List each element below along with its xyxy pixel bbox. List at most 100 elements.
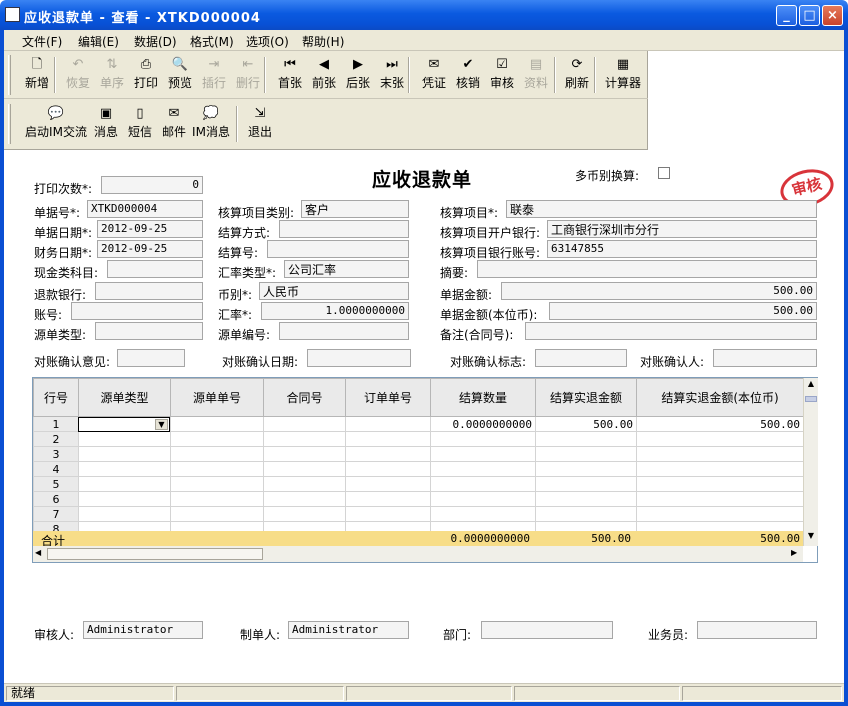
minimize-button[interactable]: _ xyxy=(776,5,797,26)
vertical-scroll-thumb[interactable] xyxy=(805,396,817,402)
toolbar2-button-0[interactable]: 💬 启动IM交流 xyxy=(18,105,94,140)
vertical-scrollbar[interactable]: ▲ ▼ xyxy=(803,378,818,546)
table-cell[interactable] xyxy=(78,446,171,462)
print-count-field[interactable]: 0 xyxy=(101,176,203,194)
currency-field[interactable]: 人民币 xyxy=(259,282,409,300)
menu-edit[interactable]: 编辑(E) xyxy=(78,33,119,50)
table-cell[interactable] xyxy=(430,491,536,507)
bill-date-field[interactable]: 2012-09-25 xyxy=(97,220,203,238)
table-row[interactable]: 4 xyxy=(33,461,804,477)
toolbar-button-6[interactable]: ⇤ 删行 xyxy=(228,56,268,91)
rate-type-field[interactable]: 公司汇率 xyxy=(284,260,409,278)
multi-currency-checkbox[interactable] xyxy=(658,167,670,179)
table-cell[interactable] xyxy=(170,431,264,447)
summary-field[interactable] xyxy=(477,260,817,278)
table-cell[interactable] xyxy=(78,461,171,477)
table-cell[interactable] xyxy=(636,491,804,507)
column-header[interactable]: 源单单号 xyxy=(170,378,264,417)
toolbar-button-14[interactable]: ▤ 资料 xyxy=(516,56,556,91)
table-cell[interactable] xyxy=(636,431,804,447)
cash-account-field[interactable] xyxy=(107,260,203,278)
menu-file[interactable]: 文件(F) xyxy=(22,33,62,50)
table-cell[interactable] xyxy=(430,506,536,522)
column-header[interactable]: 结算数量 xyxy=(430,378,536,417)
table-cell[interactable] xyxy=(170,476,264,492)
item-account-field[interactable]: 63147855 xyxy=(547,240,817,258)
table-cell[interactable] xyxy=(345,476,431,492)
column-header[interactable]: 结算实退金额 xyxy=(535,378,637,417)
settle-no-field[interactable] xyxy=(267,240,409,258)
table-cell[interactable] xyxy=(170,446,264,462)
bill-no-field[interactable]: XTKD000004 xyxy=(87,200,203,218)
toolbar2-button-1[interactable]: ▣ 消息 xyxy=(88,105,124,140)
toolbar2-button-2[interactable]: ▯ 短信 xyxy=(122,105,158,140)
table-cell[interactable]: 500.00 xyxy=(636,416,804,432)
column-header[interactable]: 结算实退金额(本位币) xyxy=(636,378,804,417)
detail-grid[interactable]: 行号 源单类型 源单单号 合同号 订单单号 结算数量 结算实退金额 结算实退金额(本位币) 1… xyxy=(32,377,818,563)
item-category-field[interactable]: 客户 xyxy=(301,200,409,218)
table-cell[interactable] xyxy=(430,446,536,462)
toolbar-button-16[interactable]: ▦ 计算器 xyxy=(600,56,646,91)
scroll-right-icon[interactable]: ▶ xyxy=(791,548,797,557)
account-field[interactable] xyxy=(71,302,203,320)
menu-options[interactable]: 选项(O) xyxy=(246,33,289,50)
settle-method-field[interactable] xyxy=(279,220,409,238)
table-cell[interactable] xyxy=(170,416,264,432)
recon-flag-field[interactable] xyxy=(535,349,627,367)
table-row[interactable]: 3 xyxy=(33,446,804,462)
maximize-button[interactable]: □ xyxy=(799,5,820,26)
remark-field[interactable] xyxy=(525,322,817,340)
scroll-left-icon[interactable]: ◀ xyxy=(35,548,41,557)
toolbar-button-15[interactable]: ⟳ 刷新 xyxy=(557,56,597,91)
table-cell[interactable] xyxy=(263,461,346,477)
table-cell[interactable] xyxy=(535,491,637,507)
table-cell[interactable] xyxy=(263,506,346,522)
table-cell[interactable] xyxy=(535,506,637,522)
scroll-up-icon[interactable]: ▲ xyxy=(805,379,817,392)
menu-data[interactable]: 数据(D) xyxy=(134,33,177,50)
recon-date-field[interactable] xyxy=(307,349,411,367)
table-cell[interactable] xyxy=(430,461,536,477)
dept-field[interactable] xyxy=(481,621,613,639)
table-cell[interactable]: 0.0000000000 xyxy=(430,416,536,432)
recon-person-field[interactable] xyxy=(713,349,817,367)
table-cell[interactable] xyxy=(636,506,804,522)
toolbar-grip[interactable] xyxy=(8,104,11,144)
menu-format[interactable]: 格式(M) xyxy=(190,33,234,50)
toolbar-grip[interactable] xyxy=(8,55,11,95)
table-cell[interactable] xyxy=(345,416,431,432)
horizontal-scroll-thumb[interactable] xyxy=(47,548,263,560)
horizontal-scrollbar[interactable]: ◀ ▶ xyxy=(33,546,803,562)
amount-local-field[interactable]: 500.00 xyxy=(549,302,817,320)
source-type-field[interactable] xyxy=(95,322,203,340)
toolbar-button-0[interactable]: 🗋 新增 xyxy=(18,56,56,91)
source-no-field[interactable] xyxy=(279,322,409,340)
table-cell[interactable] xyxy=(345,431,431,447)
toolbar2-button-4[interactable]: 💭 IM消息 xyxy=(190,105,232,140)
toolbar2-button-5[interactable]: ⇲ 退出 xyxy=(242,105,278,140)
toolbar-button-10[interactable]: ⏭ 末张 xyxy=(372,56,412,91)
toolbar2-button-3[interactable]: ✉ 邮件 xyxy=(156,105,192,140)
table-cell[interactable]: 500.00 xyxy=(535,416,637,432)
title-bar[interactable]: 应收退款单 - 查看 - XTKD000004 _ □ × xyxy=(0,0,848,30)
finance-date-field[interactable]: 2012-09-25 xyxy=(97,240,203,258)
column-header[interactable]: 行号 xyxy=(33,378,79,417)
salesman-field[interactable] xyxy=(697,621,817,639)
table-cell[interactable] xyxy=(78,476,171,492)
refund-bank-field[interactable] xyxy=(95,282,203,300)
table-cell[interactable] xyxy=(345,491,431,507)
rate-field[interactable]: 1.0000000000 xyxy=(261,302,409,320)
table-cell[interactable] xyxy=(636,461,804,477)
table-cell[interactable] xyxy=(636,476,804,492)
table-cell[interactable] xyxy=(78,431,171,447)
source-type-select[interactable]: ▼ xyxy=(78,417,170,432)
column-header[interactable]: 订单单号 xyxy=(345,378,431,417)
table-cell[interactable] xyxy=(263,431,346,447)
table-row[interactable]: 2 xyxy=(33,431,804,447)
auditor-field[interactable]: Administrator xyxy=(83,621,203,639)
table-row[interactable]: 5 xyxy=(33,476,804,492)
table-cell[interactable] xyxy=(430,476,536,492)
column-header[interactable]: 合同号 xyxy=(263,378,346,417)
table-cell[interactable] xyxy=(78,506,171,522)
chevron-down-icon[interactable]: ▼ xyxy=(155,419,168,430)
